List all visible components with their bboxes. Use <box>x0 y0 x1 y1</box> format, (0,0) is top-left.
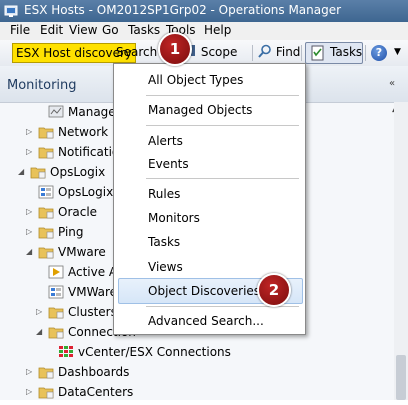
search-button-label: Search <box>116 45 158 59</box>
menu-item-object-discoveries[interactable]: Object Discoveries <box>148 281 260 301</box>
find-button[interactable]: Find <box>258 43 300 61</box>
folder-icon <box>38 245 54 259</box>
magnifier-icon <box>258 44 271 58</box>
tree-item[interactable]: ▷ Notification <box>0 142 127 162</box>
state-view-icon <box>48 285 64 299</box>
tree-item-label: VMWare <box>68 285 118 299</box>
menu-item-views[interactable]: Views <box>148 257 183 277</box>
menu-go[interactable]: Go <box>98 23 123 37</box>
folder-icon <box>48 325 64 339</box>
tree-item-label: Dashboards <box>58 365 130 379</box>
menu-edit[interactable]: Edit <box>36 23 67 37</box>
alert-view-icon <box>48 265 64 279</box>
folder-icon <box>38 145 54 159</box>
callout-badge-1: 1 <box>158 32 192 66</box>
expand-arrow-icon[interactable]: ▷ <box>26 202 32 222</box>
expand-arrow-icon[interactable]: ▷ <box>36 302 42 322</box>
callout-badge-2: 2 <box>257 273 291 307</box>
collapse-arrow-icon[interactable]: ◢ <box>36 322 42 342</box>
folder-icon <box>38 205 54 219</box>
folder-icon <box>38 365 54 379</box>
operations-manager-icon <box>4 5 18 17</box>
menu-item-managed-objects[interactable]: Managed Objects <box>148 100 252 120</box>
menu-tasks[interactable]: Tasks <box>124 23 164 37</box>
menu-separator <box>146 178 299 179</box>
grid-view-icon <box>58 345 74 359</box>
tree-item-label: Oracle <box>58 205 98 219</box>
tree-item[interactable]: ▷ Network D <box>0 122 121 142</box>
menu-bar: File Edit View Go Tasks Tools Help <box>0 22 408 40</box>
toolbar-divider <box>365 45 366 61</box>
expand-arrow-icon[interactable]: ▷ <box>26 122 32 142</box>
tree-item-label: VMware <box>58 245 106 259</box>
collapse-arrow-icon[interactable]: ◢ <box>18 162 24 182</box>
tree-item[interactable]: ◢ OpsLogix <box>0 162 112 182</box>
tree-item[interactable]: OpsLogix L <box>0 182 124 202</box>
menu-help[interactable]: Help <box>200 23 235 37</box>
menu-file[interactable]: File <box>6 23 34 37</box>
menu-item-advanced-search[interactable]: Advanced Search... <box>148 311 264 331</box>
expand-arrow-icon[interactable]: ▷ <box>26 382 32 402</box>
help-icon[interactable]: ? <box>371 45 387 61</box>
menu-item-tasks[interactable]: Tasks <box>148 232 180 252</box>
menu-view[interactable]: View <box>65 23 101 37</box>
tasks-toggle-button[interactable]: Tasks <box>305 42 363 64</box>
tree-item[interactable]: ▷ Clusters <box>0 302 117 322</box>
expand-arrow-icon[interactable]: ▷ <box>26 142 32 162</box>
tree-item[interactable]: ▷ DataCenters <box>0 382 133 402</box>
monitor-view-icon <box>48 105 64 119</box>
menu-item-alerts[interactable]: Alerts <box>148 131 183 151</box>
folder-icon <box>30 165 46 179</box>
collapse-chevron-icon[interactable]: « <box>389 78 395 89</box>
scrollbar-thumb[interactable] <box>396 355 406 400</box>
menu-separator <box>146 125 299 126</box>
folder-icon <box>48 305 64 319</box>
title-bar: ESX Hosts - OM2012SP1Grp02 - Operations … <box>0 0 408 22</box>
tree-item[interactable]: Manager <box>0 102 121 122</box>
chevron-down-icon[interactable]: ▼ <box>394 47 401 57</box>
folder-icon <box>38 125 54 139</box>
menu-item-events[interactable]: Events <box>148 154 189 174</box>
state-view-icon <box>38 185 54 199</box>
tasks-label: Tasks <box>330 45 363 59</box>
menu-item-monitors[interactable]: Monitors <box>148 208 200 228</box>
tree-item-label: Clusters <box>68 305 117 319</box>
scope-label: Scope <box>200 45 238 59</box>
window-title: ESX Hosts - OM2012SP1Grp02 - Operations … <box>24 3 342 17</box>
collapse-arrow-icon[interactable]: ◢ <box>26 242 32 262</box>
tree-item-label: Ping <box>58 225 84 239</box>
tree-item-label: Network D <box>58 125 122 139</box>
tree-item-label: vCenter/ESX Connections <box>78 345 231 359</box>
tree-item[interactable]: ▷ Oracle <box>0 202 112 222</box>
tree-item[interactable]: vCenter/ESX Connections <box>0 342 231 362</box>
expand-arrow-icon[interactable]: ▷ <box>26 222 32 242</box>
pane-title: Monitoring <box>7 78 77 93</box>
tree-item-label: OpsLogix <box>50 165 106 179</box>
toolbar-divider <box>252 45 253 61</box>
tree-item[interactable]: ◢ Connection <box>0 322 136 342</box>
expand-arrow-icon[interactable]: ▷ <box>26 362 32 382</box>
menu-item-rules[interactable]: Rules <box>148 184 180 204</box>
tree-item[interactable]: ▷ Dashboards <box>0 362 129 382</box>
tasks-icon <box>311 45 324 61</box>
folder-icon <box>38 225 54 239</box>
tree-item[interactable]: Active Ale <box>0 262 128 282</box>
find-label: Find <box>275 45 301 59</box>
folder-icon <box>38 385 54 399</box>
menu-separator <box>146 95 299 96</box>
toolbar-divider <box>301 45 302 61</box>
tree-item[interactable]: ▷ Ping <box>0 222 112 242</box>
tree-item[interactable]: VMWare <box>0 282 117 302</box>
tree-item[interactable]: ◢ VMware <box>0 242 112 262</box>
menu-item-all-object-types[interactable]: All Object Types <box>148 70 243 90</box>
tree-item-label: DataCenters <box>58 385 134 399</box>
